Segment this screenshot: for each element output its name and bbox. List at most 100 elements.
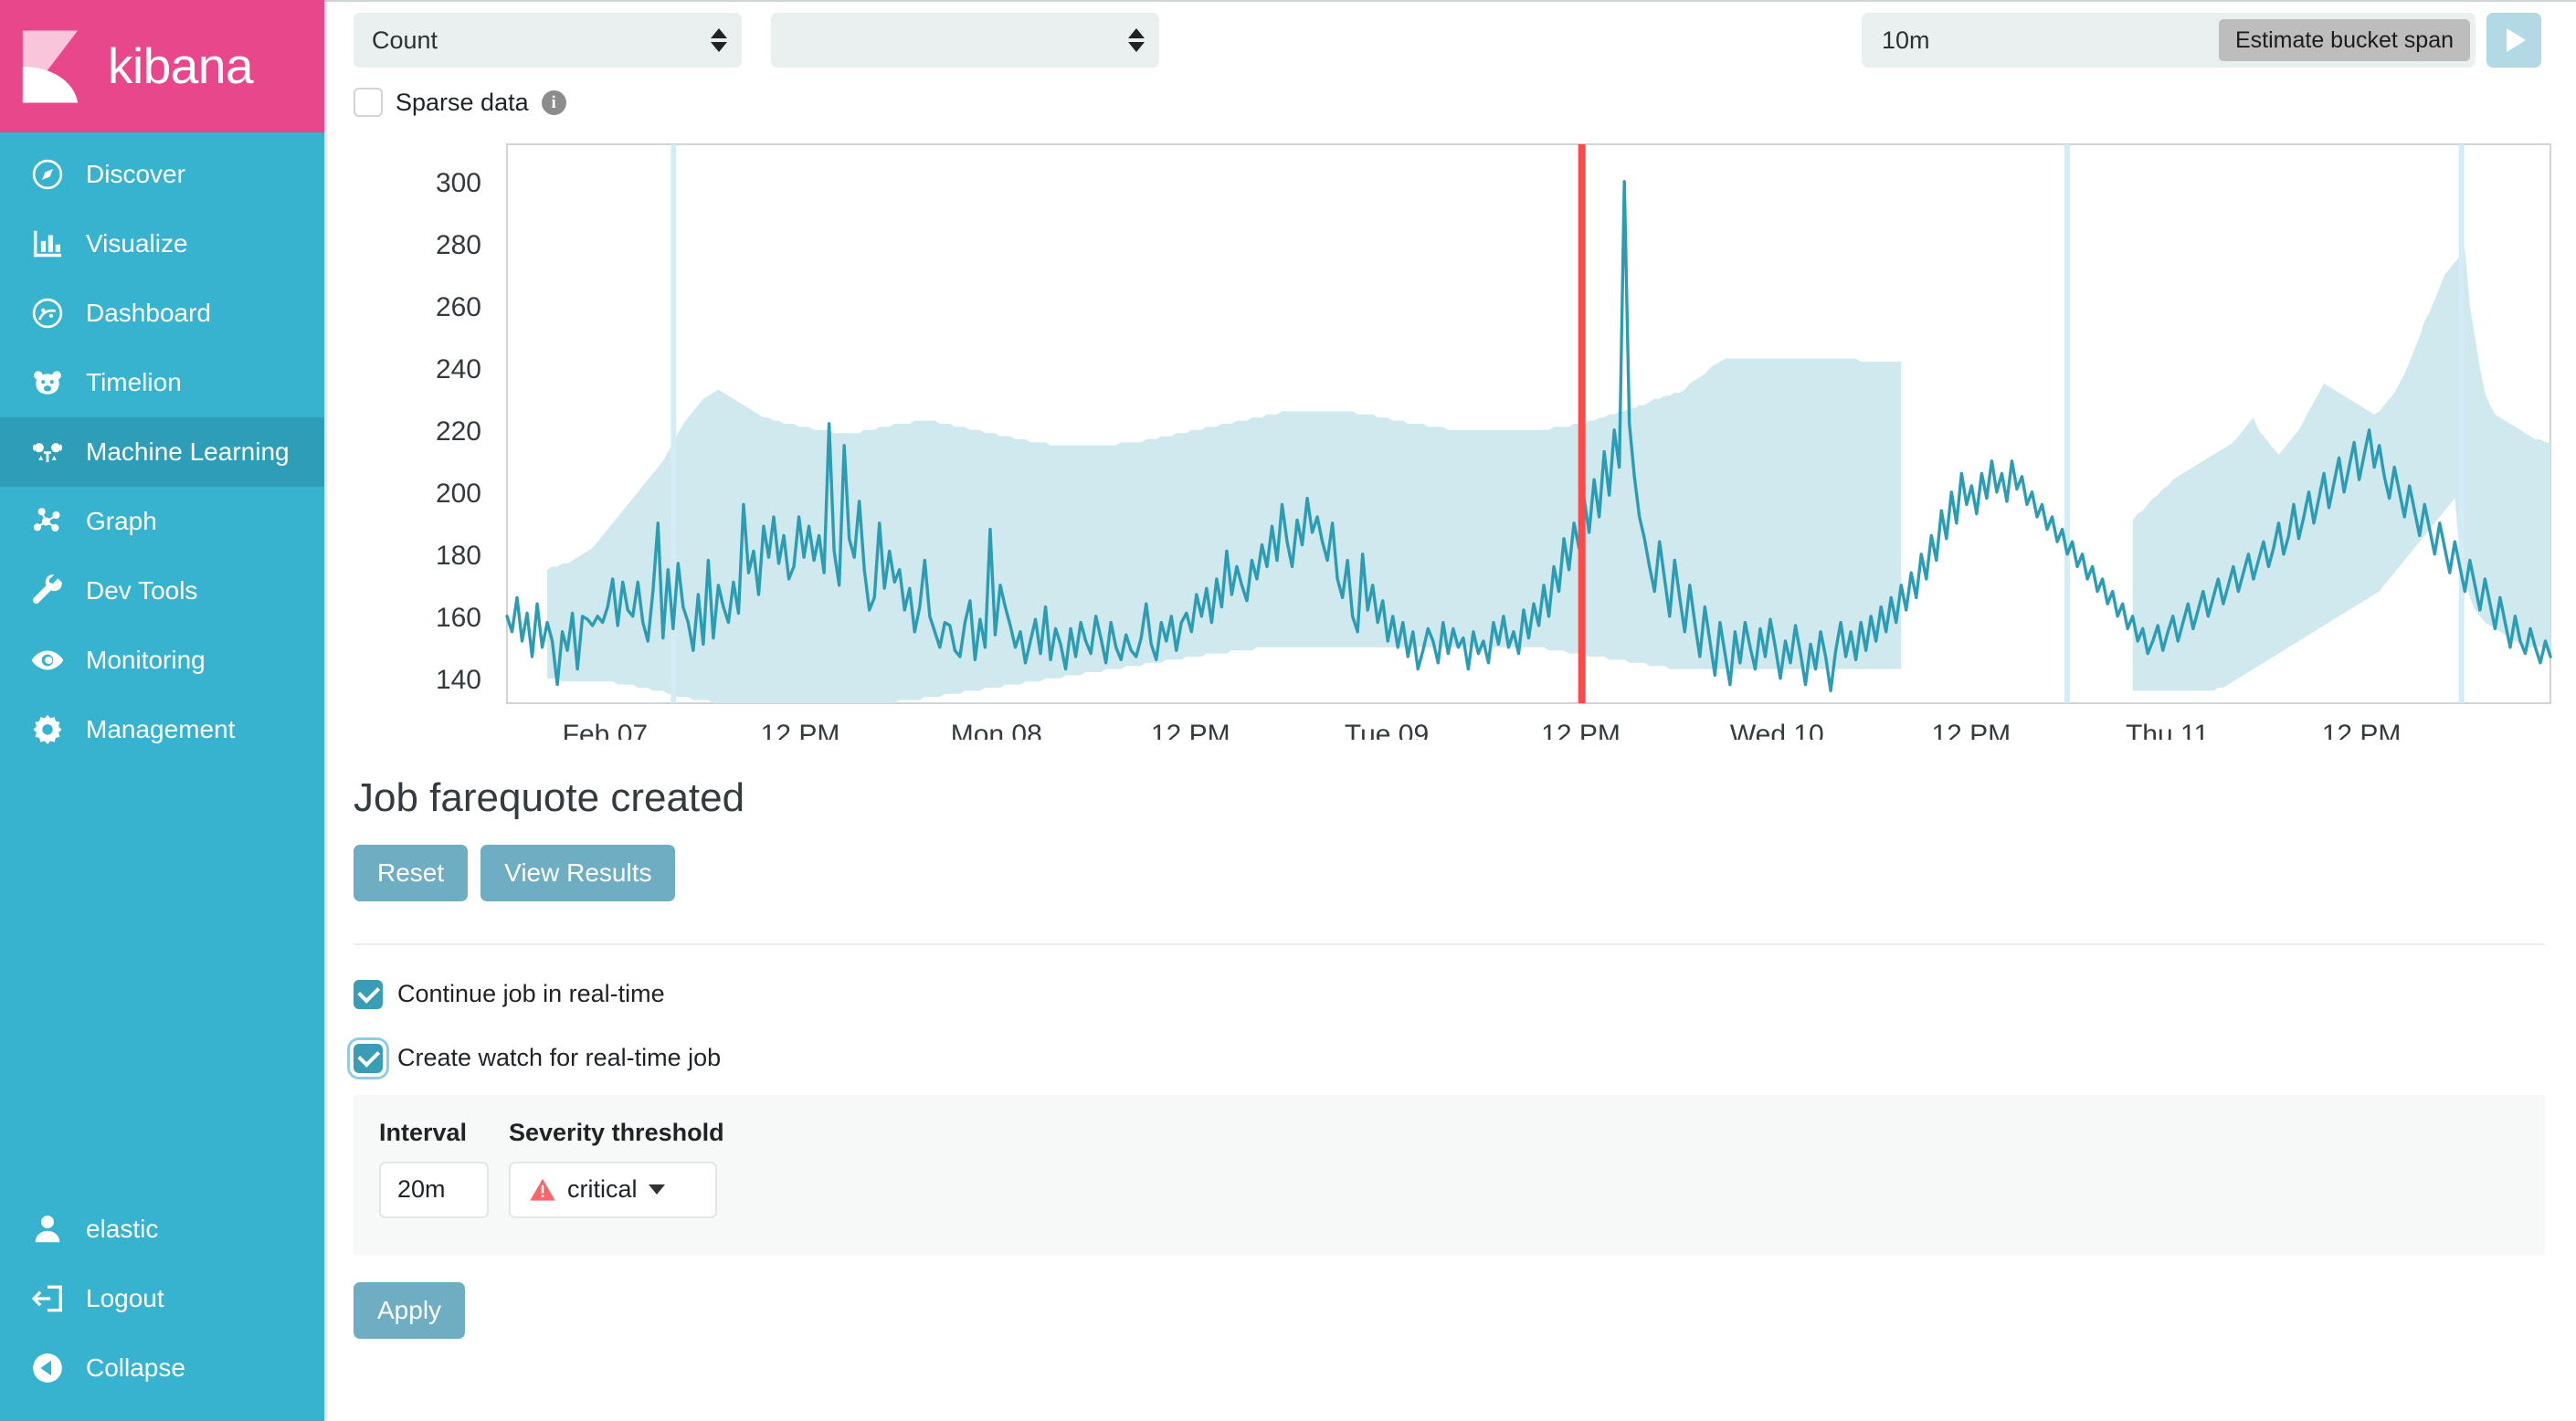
svg-text:280: 280 [436,230,481,260]
svg-text:260: 260 [436,292,481,322]
chevron-updown-icon [1128,28,1145,52]
timelion-bear-icon [27,363,68,403]
watch-config-panel: Interval Severity threshold critical [354,1094,2545,1255]
continue-realtime-label: Continue job in real-time [397,980,665,1008]
machine-learning-icon [27,432,68,472]
kibana-logo-icon [16,27,95,106]
svg-text:200: 200 [436,479,481,509]
sidebar-item-label: Dev Tools [86,576,198,605]
svg-text:140: 140 [436,665,481,695]
sidebar-item-label: Monitoring [86,646,206,674]
severity-value: critical [567,1175,638,1204]
svg-text:180: 180 [436,541,481,571]
continue-realtime-row: Continue job in real-time [324,979,2576,1009]
sparse-data-label: Sparse data [396,88,529,116]
primary-nav: Discover Visualize Dashboard Timelion Ma… [0,132,324,764]
watch-headers: Interval Severity threshold [379,1119,2545,1147]
sidebar-item-label: Collapse [86,1353,185,1382]
sidebar-item-label: Machine Learning [86,437,290,466]
sparse-data-row: Sparse data i [324,68,2576,117]
dashboard-icon [27,293,68,333]
anomaly-chart[interactable]: 140 160 180 200 220 240 260 280 300 Feb 07 12 PM Mo… [324,137,2576,767]
info-icon[interactable]: i [541,89,566,115]
chevron-updown-icon [711,28,727,52]
svg-text:12 PM: 12 PM [761,720,840,740]
reset-button[interactable]: Reset [354,844,469,901]
chart-svg: 140 160 180 200 220 240 260 280 300 Feb 07 12 PM Mo… [436,143,2552,740]
sparse-data-checkbox[interactable] [354,88,383,117]
top-divider [324,0,2576,2]
brand-name: kibana [108,37,254,94]
create-watch-label: Create watch for real-time job [397,1044,722,1072]
severity-threshold-header: Severity threshold [509,1118,724,1146]
interval-header: Interval [379,1118,468,1146]
sidebar-item-dashboard[interactable]: Dashboard [0,279,324,348]
main-content: Count 10m Estimate bucket span Sparse da… [324,0,2576,1421]
job-action-buttons: Reset View Results [324,844,2576,901]
apply-button[interactable]: Apply [354,1281,466,1339]
gear-icon [27,710,68,750]
watch-fields: critical [379,1161,2545,1218]
sidebar-item-monitoring[interactable]: Monitoring [0,626,324,695]
sidebar-item-logout[interactable]: Logout [0,1264,324,1333]
svg-text:12 PM: 12 PM [1151,720,1230,740]
compass-icon [27,154,68,195]
svg-text:220: 220 [436,416,481,447]
aggregation-select[interactable]: Count [354,13,742,68]
graph-nodes-icon [27,501,68,542]
svg-text:Feb 07: Feb 07 [563,720,648,740]
sidebar-item-management[interactable]: Management [0,695,324,764]
bucket-span-group: 10m Estimate bucket span [1862,13,2558,68]
sidebar-item-dev-tools[interactable]: Dev Tools [0,556,324,626]
brand-header: kibana [0,0,324,132]
sidebar-item-label: Dashboard [86,299,211,327]
play-icon [2507,28,2526,52]
create-watch-row: Create watch for real-time job [324,1043,2576,1073]
sidebar-item-visualize[interactable]: Visualize [0,209,324,279]
severity-threshold-select[interactable]: critical [509,1161,717,1218]
interval-input[interactable] [379,1161,489,1218]
sidebar: kibana Discover Visualize Dashboard Time… [0,0,324,1421]
view-results-button[interactable]: View Results [480,844,676,901]
sidebar-item-user[interactable]: elastic [0,1195,324,1264]
warning-triangle-icon [529,1177,556,1203]
sidebar-item-label: elastic [86,1215,159,1243]
sidebar-item-collapse[interactable]: Collapse [0,1333,324,1403]
svg-text:Thu 11: Thu 11 [2126,720,2209,740]
svg-text:12 PM: 12 PM [2322,720,2402,740]
page-title: Job farequote created [354,775,745,820]
svg-text:Mon 08: Mon 08 [951,720,1042,740]
create-watch-checkbox[interactable] [354,1043,383,1073]
sidebar-item-machine-learning[interactable]: Machine Learning [0,417,324,487]
eye-icon [27,640,68,680]
svg-text:Wed 10: Wed 10 [1730,720,1824,740]
svg-text:300: 300 [436,168,481,198]
svg-text:12 PM: 12 PM [1541,720,1621,740]
sidebar-item-label: Logout [86,1284,164,1312]
bucket-span-value: 10m [1882,26,1930,54]
bucket-span-input[interactable]: 10m Estimate bucket span [1862,13,2476,68]
svg-text:160: 160 [436,603,481,633]
user-icon [27,1209,68,1249]
estimate-bucket-span-button[interactable]: Estimate bucket span [2218,19,2470,61]
bar-chart-icon [27,224,68,264]
run-analysis-button[interactable] [2486,13,2541,68]
chevron-down-icon [648,1184,665,1195]
sidebar-item-discover[interactable]: Discover [0,140,324,209]
svg-text:Tue 09: Tue 09 [1345,720,1429,740]
sidebar-item-label: Graph [86,507,157,535]
svg-text:240: 240 [436,354,481,384]
svg-text:12 PM: 12 PM [1931,720,2011,740]
apply-row: Apply [324,1281,2576,1339]
continue-realtime-checkbox[interactable] [354,979,383,1009]
sidebar-bottom-nav: elastic Logout Collapse [0,1195,324,1421]
field-select[interactable] [771,13,1159,68]
analysis-toolbar: Count 10m Estimate bucket span [324,0,2576,68]
sidebar-item-label: Visualize [86,229,188,258]
section-divider [354,942,2545,945]
wrench-icon [27,571,68,611]
sidebar-item-graph[interactable]: Graph [0,487,324,556]
logout-icon [27,1279,68,1319]
sidebar-item-timelion[interactable]: Timelion [0,348,324,417]
